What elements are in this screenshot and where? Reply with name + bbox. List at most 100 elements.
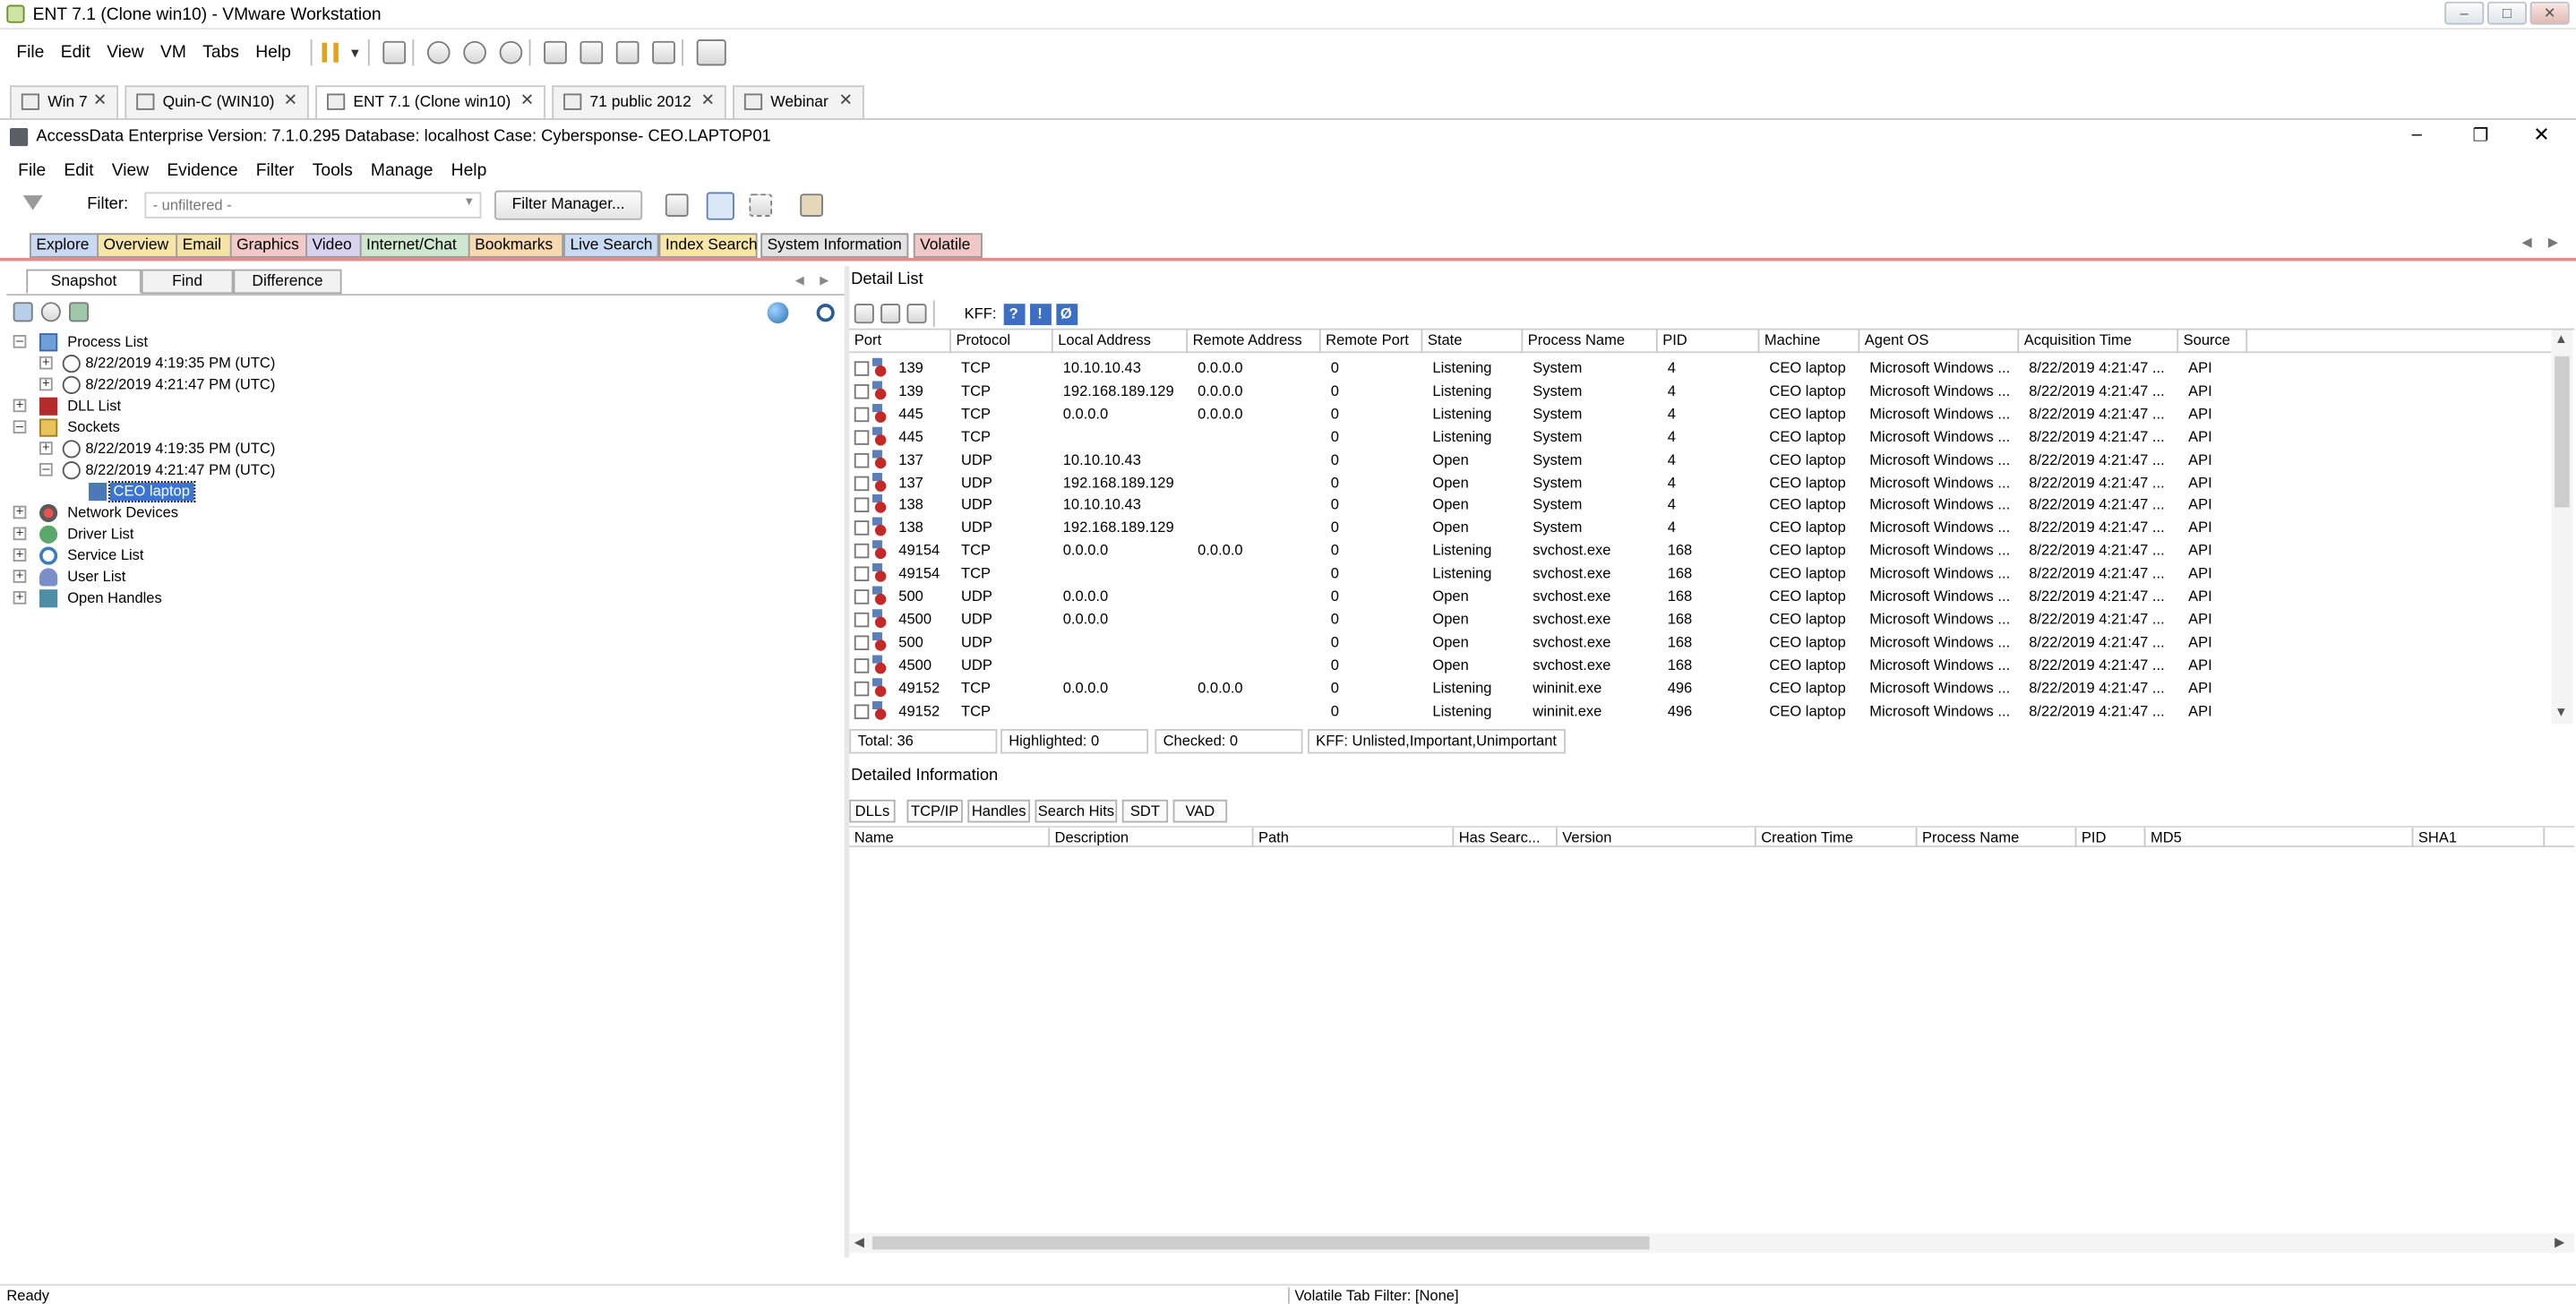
column-header-machine[interactable]: Machine: [1759, 330, 1860, 354]
app-menu-help[interactable]: Help: [451, 161, 487, 181]
collapse-icon[interactable]: –: [13, 334, 27, 348]
table-row[interactable]: 445 TCP 0 Listening System 4 CEO laptop Microso…: [849, 425, 2551, 448]
vmware-menu-view[interactable]: View: [107, 43, 143, 63]
kff-important-icon[interactable]: !: [1029, 303, 1051, 325]
kff-unknown-icon[interactable]: ?: [1002, 303, 1025, 325]
app-close-button[interactable]: ✕: [2533, 123, 2549, 146]
row-checkbox[interactable]: [854, 703, 870, 719]
horizontal-scrollbar[interactable]: ◀ ▶: [849, 1232, 2575, 1253]
tab-live-search[interactable]: Live Search: [563, 233, 659, 258]
scroll-right-icon[interactable]: ▶: [2555, 1235, 2564, 1250]
app-menu-edit[interactable]: Edit: [64, 161, 93, 181]
table-row[interactable]: 139 TCP 192.168.189.129 0.0.0.0 0 Listening Sy…: [849, 379, 2551, 402]
tab-find[interactable]: Find: [141, 269, 234, 295]
table-row[interactable]: 139 TCP 10.10.10.43 0.0.0.0 0 Listening System…: [849, 356, 2551, 380]
globe-icon[interactable]: [767, 302, 789, 324]
tab-difference[interactable]: Difference: [233, 269, 342, 295]
table-row[interactable]: 49152 TCP 0.0.0.0 0.0.0.0 0 Listening wininit.…: [849, 676, 2551, 699]
pause-icon[interactable]: [322, 42, 339, 63]
vmware-menu-file[interactable]: File: [16, 43, 44, 63]
row-checkbox[interactable]: [854, 635, 870, 650]
column-header-agent-os[interactable]: Agent OS: [1859, 330, 2020, 354]
app-menu-filter[interactable]: Filter: [256, 161, 295, 181]
expand-icon[interactable]: +: [13, 505, 27, 519]
row-checkbox[interactable]: [854, 520, 870, 536]
tab-dlls[interactable]: DLLs: [849, 799, 896, 823]
expand-icon[interactable]: +: [13, 399, 27, 413]
column-header-pid[interactable]: PID: [1658, 330, 1760, 354]
kff-ignorable-icon[interactable]: Ø: [1055, 303, 1078, 325]
vmware-menu-vm[interactable]: VM: [160, 43, 186, 63]
vmware-close-button[interactable]: ✕: [2529, 1, 2570, 25]
export-icon[interactable]: [906, 304, 927, 324]
tab-vad[interactable]: VAD: [1172, 799, 1228, 823]
dll-column-header-sha1[interactable]: SHA1: [2413, 827, 2546, 847]
row-checkbox[interactable]: [854, 566, 870, 582]
clock-icon[interactable]: [40, 302, 61, 322]
vm-tab-webinar[interactable]: Webinar ✕: [733, 85, 864, 118]
app-menu-manage[interactable]: Manage: [371, 161, 434, 181]
table-row[interactable]: 500 UDP 0.0.0.0 0 Open svchost.exe 168 CEO lapt…: [849, 585, 2551, 608]
close-icon[interactable]: ✕: [839, 92, 853, 110]
app-menu-evidence[interactable]: Evidence: [167, 161, 237, 181]
filter-manager-button[interactable]: Filter Manager...: [494, 190, 643, 220]
expand-icon[interactable]: +: [13, 547, 27, 562]
collapse-icon[interactable]: –: [13, 419, 27, 433]
vmware-menu-tabs[interactable]: Tabs: [202, 43, 239, 63]
scroll-left-icon[interactable]: ◀: [854, 1235, 864, 1250]
vm-tab-win7[interactable]: Win 7 ✕: [10, 85, 119, 118]
dll-column-header-path[interactable]: Path: [1253, 827, 1455, 847]
tab-video[interactable]: Video: [305, 233, 367, 258]
app-minimize-button[interactable]: –: [2412, 124, 2422, 144]
tab-bookmarks[interactable]: Bookmarks: [468, 233, 564, 258]
table-row[interactable]: 445 TCP 0.0.0.0 0.0.0.0 0 Listening System 4 CEO…: [849, 402, 2551, 425]
column-header-remote-address[interactable]: Remote Address: [1188, 330, 1321, 354]
dll-column-header-has-search-hits[interactable]: Has Searc...: [1454, 827, 1558, 847]
expand-icon[interactable]: +: [13, 590, 27, 605]
zoom-search-icon[interactable]: [816, 304, 835, 322]
expand-icon[interactable]: +: [13, 569, 27, 583]
row-checkbox[interactable]: [854, 544, 870, 559]
tab-volatile[interactable]: Volatile: [913, 233, 983, 258]
check-all-icon[interactable]: [854, 304, 874, 324]
chevron-down-icon[interactable]: ▼: [463, 197, 475, 209]
dll-column-header-process-name[interactable]: Process Name: [1917, 827, 2077, 847]
scroll-down-icon[interactable]: ▼: [2555, 704, 2568, 719]
row-checkbox[interactable]: [854, 681, 870, 696]
dll-column-header-version[interactable]: Version: [1558, 827, 1756, 847]
dll-column-header-name[interactable]: Name: [849, 827, 1051, 847]
revert-snapshot-icon[interactable]: [463, 40, 487, 64]
table-row[interactable]: 4500 UDP 0.0.0.0 0 Open svchost.exe 168 CEO lap…: [849, 607, 2551, 631]
tab-email[interactable]: Email: [176, 233, 237, 258]
tab-scroll-right-icon[interactable]: ▶: [2548, 235, 2558, 250]
app-menu-tools[interactable]: Tools: [313, 161, 353, 181]
dll-column-header-md5[interactable]: MD5: [2145, 827, 2414, 847]
tab-explore[interactable]: Explore: [30, 233, 104, 258]
close-icon[interactable]: ✕: [700, 92, 714, 110]
scroll-up-icon[interactable]: ▲: [2555, 331, 2568, 346]
column-header-local-address[interactable]: Local Address: [1053, 330, 1189, 354]
column-header-process-name[interactable]: Process Name: [1523, 330, 1658, 354]
tab-snapshot[interactable]: Snapshot: [26, 269, 142, 295]
column-header-protocol[interactable]: Protocol: [951, 330, 1053, 354]
row-checkbox[interactable]: [854, 612, 870, 628]
row-checkbox[interactable]: [854, 429, 870, 445]
tab-graphics[interactable]: Graphics: [229, 233, 313, 258]
column-header-state[interactable]: State: [1422, 330, 1524, 354]
tab-tcpip[interactable]: TCP/IP: [906, 799, 963, 823]
network-icon[interactable]: [69, 302, 90, 322]
row-checkbox[interactable]: [854, 498, 870, 513]
snapshot-manager-icon[interactable]: [499, 40, 523, 64]
close-icon[interactable]: ✕: [520, 92, 534, 110]
table-row[interactable]: 49152 TCP 0 Listening wininit.exe 496 CEO lapt…: [849, 699, 2551, 722]
expand-icon[interactable]: +: [39, 377, 53, 391]
app-menu-view[interactable]: View: [112, 161, 149, 181]
table-row[interactable]: 4500 UDP 0 Open svchost.exe 168 CEO laptop Micr…: [849, 653, 2551, 676]
expand-icon[interactable]: +: [13, 527, 27, 541]
scrollbar-thumb[interactable]: [2555, 356, 2570, 508]
chevron-down-icon[interactable]: ▼: [348, 45, 362, 60]
row-checkbox[interactable]: [854, 657, 870, 673]
collapse-icon[interactable]: –: [39, 462, 53, 476]
row-checkbox[interactable]: [854, 452, 870, 468]
table-row[interactable]: 138 UDP 10.10.10.43 0 Open System 4 CEO laptop M…: [849, 493, 2551, 517]
